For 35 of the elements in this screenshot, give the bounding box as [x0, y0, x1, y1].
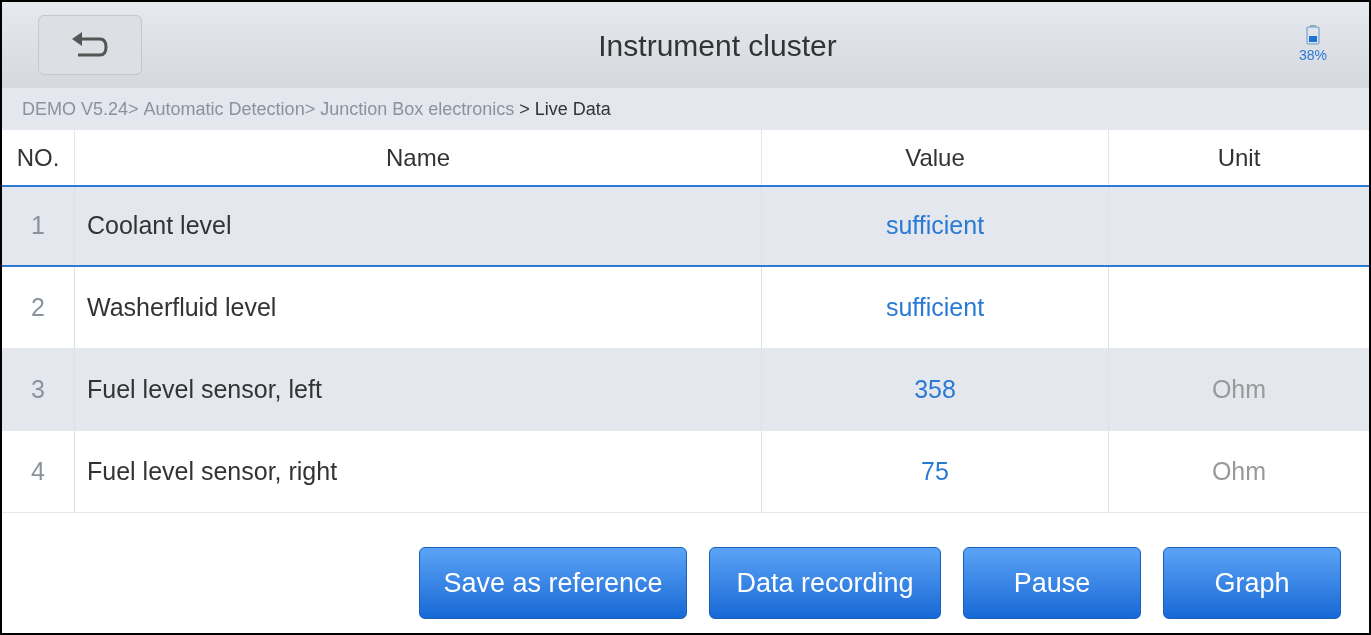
column-header: Value: [905, 142, 965, 173]
table-row[interactable]: 1 Coolant level sufficient: [2, 185, 1369, 267]
table-row[interactable]: 3 Fuel level sensor, left 358 Ohm: [2, 349, 1369, 431]
name-cell-text: Coolant level: [87, 210, 232, 242]
action-button[interactable]: Graph: [1163, 547, 1341, 619]
column-header: Unit: [1217, 142, 1261, 173]
unit-cell-text: Ohm: [1211, 455, 1267, 487]
row-number: 2: [31, 291, 45, 323]
name-cell-text: Washerfluid level: [87, 291, 277, 323]
breadcrumb-item[interactable]: Junction Box electronics: [320, 95, 515, 123]
action-button[interactable]: Save as reference: [419, 547, 687, 619]
value-cell-text: 358: [914, 373, 956, 405]
breadcrumb-item[interactable]: Automatic Detection>: [143, 95, 316, 123]
table-row[interactable]: 4 Fuel level sensor, right 75 Ohm: [2, 431, 1369, 513]
row-number: 1: [31, 210, 45, 242]
battery-percentage: 38%: [1299, 45, 1327, 65]
column-header: Name: [386, 142, 450, 173]
table-row[interactable]: 2 Washerfluid level sufficient: [2, 267, 1369, 349]
value-cell-text: 75: [921, 455, 949, 487]
back-arrow-icon: [70, 30, 110, 60]
back-button[interactable]: [38, 15, 142, 75]
unit-cell-text: Ohm: [1211, 373, 1267, 405]
battery-icon: [1306, 24, 1320, 45]
column-header: NO.: [16, 142, 60, 173]
value-cell-text: sufficient: [885, 210, 985, 242]
breadcrumb-item: > Live Data: [519, 97, 611, 121]
name-cell-text: Fuel level sensor, right: [87, 455, 338, 487]
value-cell-text: sufficient: [885, 291, 985, 323]
name-cell-text: Fuel level sensor, left: [87, 373, 322, 405]
row-number: 3: [31, 373, 45, 405]
row-number: 4: [31, 455, 45, 487]
action-button[interactable]: Data recording: [709, 547, 941, 619]
breadcrumb-item[interactable]: DEMO V5.24>: [22, 95, 139, 123]
action-button[interactable]: Pause: [963, 547, 1141, 619]
window-title: Instrument cluster: [598, 27, 837, 64]
